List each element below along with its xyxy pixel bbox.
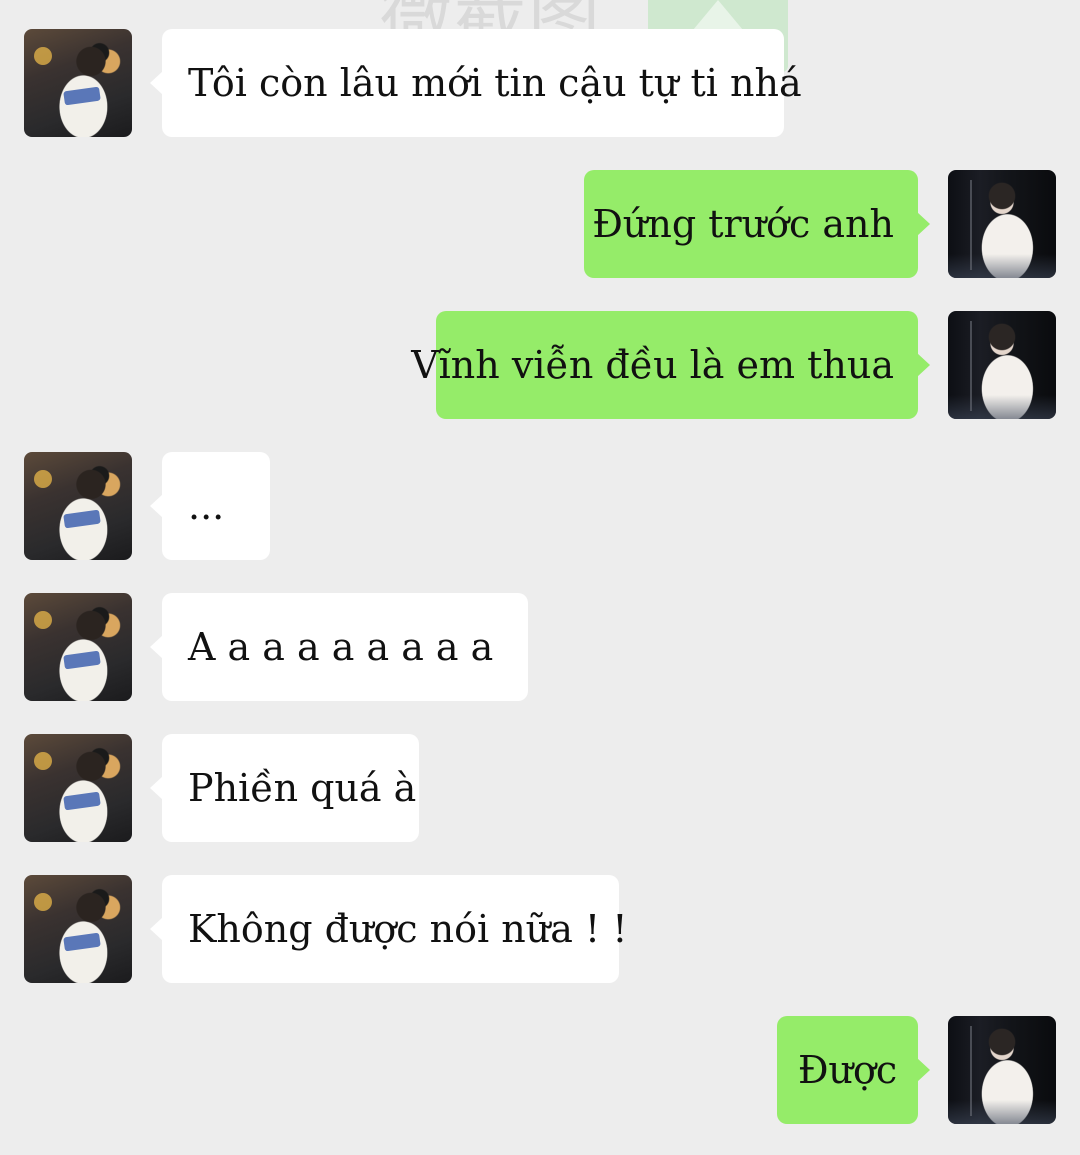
incoming-message-bubble[interactable]: Không được nói nữa ! ! xyxy=(150,875,628,983)
message-text: Phiền quá à xyxy=(188,766,417,810)
incoming-message-bubble[interactable]: Phiền quá à xyxy=(150,734,419,842)
self-avatar[interactable] xyxy=(948,170,1056,278)
incoming-message-bubble[interactable]: Tôi còn lâu mới tin cậu tự ti nhá xyxy=(150,29,802,137)
message-row: Phiền quá à xyxy=(24,734,419,842)
message-text: Vĩnh viễn đều là em thua xyxy=(411,343,894,387)
message-text: Không được nói nữa ! ! xyxy=(188,907,628,951)
friend-avatar[interactable] xyxy=(24,452,132,560)
incoming-message-bubble[interactable]: A a a a a a a a a xyxy=(150,593,528,701)
message-text: Tôi còn lâu mới tin cậu tự ti nhá xyxy=(188,61,802,105)
message-row: Tôi còn lâu mới tin cậu tự ti nhá xyxy=(24,29,802,137)
message-row: Được xyxy=(777,1016,1056,1124)
message-text: Đứng trước anh xyxy=(592,202,894,246)
message-text: ... xyxy=(188,484,225,528)
friend-avatar[interactable] xyxy=(24,29,132,137)
message-row: ... xyxy=(24,452,270,560)
outgoing-message-bubble[interactable]: Vĩnh viễn đều là em thua xyxy=(411,311,930,419)
outgoing-message-bubble[interactable]: Được xyxy=(777,1016,930,1124)
message-row: Vĩnh viễn đều là em thua xyxy=(411,311,1056,419)
outgoing-message-bubble[interactable]: Đứng trước anh xyxy=(584,170,930,278)
friend-avatar[interactable] xyxy=(24,593,132,701)
message-text: A a a a a a a a a xyxy=(188,625,494,669)
friend-avatar[interactable] xyxy=(24,875,132,983)
message-row: A a a a a a a a a xyxy=(24,593,528,701)
self-avatar[interactable] xyxy=(948,311,1056,419)
friend-avatar[interactable] xyxy=(24,734,132,842)
message-row: Không được nói nữa ! ! xyxy=(24,875,628,983)
message-row: Đứng trước anh xyxy=(584,170,1056,278)
self-avatar[interactable] xyxy=(948,1016,1056,1124)
incoming-message-bubble[interactable]: ... xyxy=(150,452,270,560)
message-text: Được xyxy=(797,1048,898,1092)
